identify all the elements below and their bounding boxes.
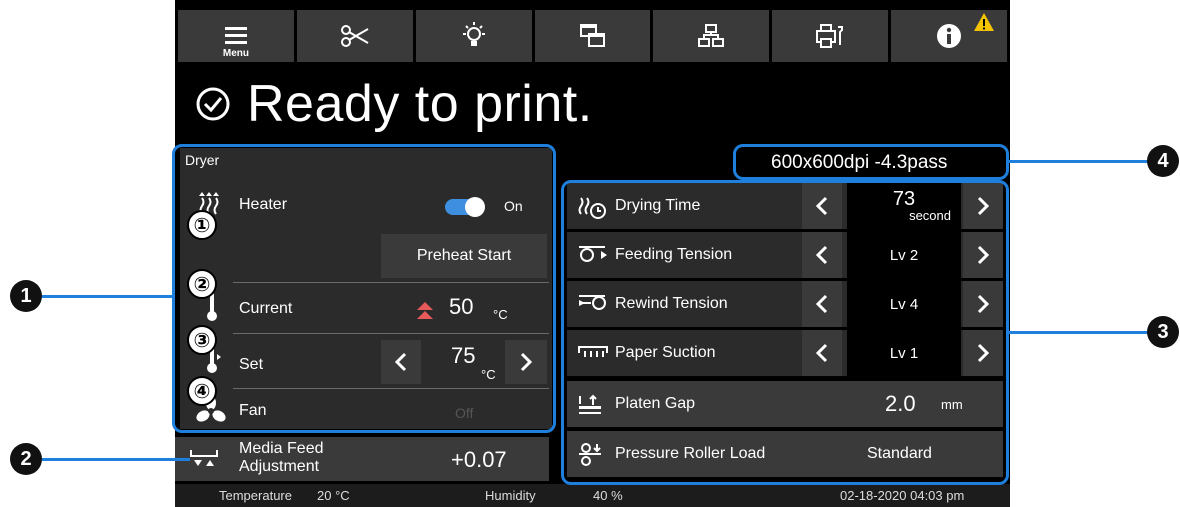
temperature-label: Temperature [219,488,292,503]
media-feed-label-line2: Adjustment [239,458,320,475]
menu-caption: Menu [222,48,249,59]
info-button[interactable] [891,10,1008,62]
callout-4-leader [1009,160,1149,163]
network-icon [698,24,725,47]
lamp-icon [462,22,485,46]
cut-button[interactable] [296,10,413,62]
menu-button[interactable]: Menu [178,10,294,62]
menu-icon [224,27,247,44]
print-mode-highlight [733,144,1009,180]
media-feed-icon [190,450,218,466]
windows-icon [579,24,605,47]
maintenance-button[interactable] [772,10,889,62]
windows-button[interactable] [534,10,651,62]
media-feed-label-line1: Media Feed [239,440,324,457]
printer-status: Ready to print. [195,66,593,142]
dryer-highlight [172,144,556,433]
scissors-icon [340,25,369,47]
light-button[interactable] [415,10,532,62]
info-icon [937,24,962,48]
callout-2: 2 [10,443,42,475]
warning-icon [974,13,995,31]
humidity-value: 40 % [593,488,623,503]
printer-maintenance-icon [816,24,844,48]
callout-4: 4 [1147,145,1179,177]
callout-3: 3 [1147,316,1179,348]
top-toolbar: Menu [175,10,1010,62]
status-text: Ready to print. [247,75,593,133]
check-circle-icon [196,87,230,121]
network-button[interactable] [653,10,770,62]
status-footer: Temperature 20 °C Humidity 40 % 02-18-20… [175,484,1010,507]
humidity-label: Humidity [485,488,536,503]
callout-3-leader [1009,331,1149,334]
temperature-value: 20 °C [317,488,350,503]
callout-1-leader [42,295,172,298]
settings-highlight [561,180,1009,485]
callout-2-leader [42,458,190,461]
datetime: 02-18-2020 04:03 pm [840,488,965,503]
callout-1: 1 [10,280,42,312]
media-feed-value: +0.07 [451,447,507,472]
